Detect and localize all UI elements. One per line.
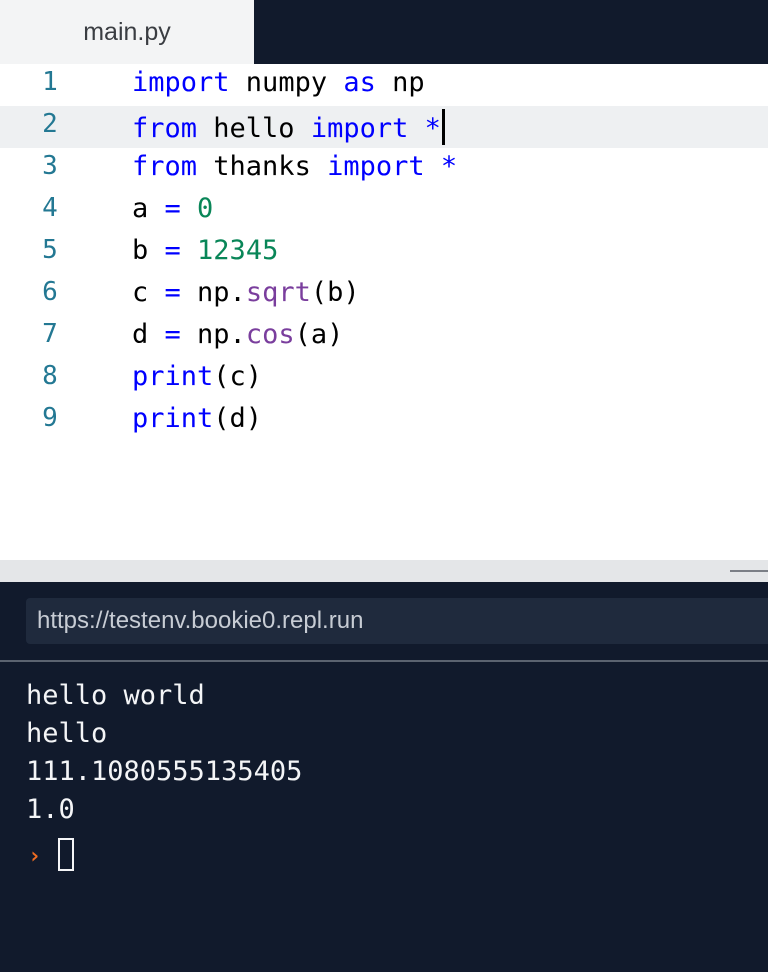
code-token: * bbox=[440, 151, 458, 182]
line-number: 2 bbox=[42, 109, 58, 139]
code-line[interactable]: 5 b = 12345 bbox=[0, 232, 768, 274]
code-token: * bbox=[424, 113, 441, 144]
code-token: = bbox=[164, 319, 181, 350]
code-line[interactable]: 2 from hello import * bbox=[0, 106, 768, 148]
code-token: (d) bbox=[213, 403, 263, 434]
code-token: import bbox=[310, 113, 409, 144]
code-token: from bbox=[132, 151, 198, 182]
code-text: from hello import * bbox=[132, 109, 445, 145]
code-line[interactable]: 8 print(c) bbox=[0, 358, 768, 400]
code-line[interactable]: 6 c = np.sqrt(b) bbox=[0, 274, 768, 316]
code-token: (a) bbox=[294, 319, 344, 350]
code-text: c = np.sqrt(b) bbox=[132, 277, 360, 308]
line-number: 3 bbox=[42, 151, 58, 181]
code-text: print(c) bbox=[132, 361, 262, 392]
console-output-line: 111.1080555135405 bbox=[26, 756, 303, 787]
code-token: d bbox=[132, 319, 165, 350]
code-token: c bbox=[132, 277, 165, 308]
code-token: from bbox=[132, 113, 198, 144]
code-token: = bbox=[164, 277, 181, 308]
code-token: 12345 bbox=[197, 235, 279, 266]
tab-bar: main.py bbox=[0, 0, 768, 64]
line-number: 1 bbox=[42, 67, 58, 97]
console-output-line: hello bbox=[26, 718, 108, 749]
code-token: sqrt bbox=[245, 277, 311, 308]
code-token: a bbox=[132, 193, 165, 224]
console-pane[interactable]: https://testenv.bookie0.repl.run hello w… bbox=[0, 582, 768, 972]
tab-main-py[interactable]: main.py bbox=[0, 0, 254, 64]
code-line[interactable]: 1 import numpy as np bbox=[0, 64, 768, 106]
tab-label: main.py bbox=[83, 17, 171, 46]
line-number: 8 bbox=[42, 361, 58, 391]
code-line[interactable]: 9 print(d) bbox=[0, 400, 768, 442]
terminal-cursor[interactable] bbox=[58, 838, 74, 871]
code-text: print(d) bbox=[132, 403, 262, 434]
line-number: 7 bbox=[42, 319, 58, 349]
code-token: np. bbox=[180, 277, 246, 308]
code-line[interactable]: 7 d = np.cos(a) bbox=[0, 316, 768, 358]
code-token: thanks bbox=[197, 151, 328, 182]
line-number: 9 bbox=[42, 403, 58, 433]
code-token: as bbox=[343, 67, 376, 98]
code-token: b bbox=[132, 235, 165, 266]
text-cursor bbox=[441, 109, 445, 145]
url-text: https://testenv.bookie0.repl.run bbox=[37, 607, 364, 634]
code-token: import bbox=[327, 151, 425, 182]
code-text: b = 12345 bbox=[132, 235, 278, 266]
code-token: numpy bbox=[229, 67, 344, 98]
line-number: 4 bbox=[42, 193, 58, 223]
code-token: np bbox=[375, 67, 425, 98]
pane-splitter[interactable] bbox=[0, 560, 768, 582]
console-output-line: 1.0 bbox=[26, 794, 75, 825]
code-token: (b) bbox=[310, 277, 360, 308]
code-text: from thanks import * bbox=[132, 151, 457, 182]
code-token: 0 bbox=[197, 193, 214, 224]
code-token: print bbox=[132, 403, 214, 434]
line-number: 5 bbox=[42, 235, 58, 265]
code-token: (c) bbox=[213, 361, 263, 392]
code-token: print bbox=[132, 361, 214, 392]
code-editor[interactable]: 1 import numpy as np 2 from hello import * 3… bbox=[0, 64, 768, 560]
code-token: cos bbox=[245, 319, 295, 350]
prompt-chevron-icon: › bbox=[28, 844, 42, 869]
code-token: = bbox=[164, 193, 181, 224]
code-token: hello bbox=[197, 113, 311, 144]
code-text: d = np.cos(a) bbox=[132, 319, 343, 350]
code-token: np. bbox=[180, 319, 246, 350]
line-number: 6 bbox=[42, 277, 58, 307]
code-token: = bbox=[164, 235, 181, 266]
url-bar[interactable]: https://testenv.bookie0.repl.run bbox=[26, 598, 768, 644]
splitter-handle[interactable] bbox=[730, 570, 768, 572]
code-line[interactable]: 3 from thanks import * bbox=[0, 148, 768, 190]
code-text: import numpy as np bbox=[132, 67, 425, 98]
console-output-line: hello world bbox=[26, 680, 205, 711]
code-text: a = 0 bbox=[132, 193, 213, 224]
console-divider bbox=[0, 660, 768, 662]
code-token: import bbox=[132, 67, 230, 98]
code-line[interactable]: 4 a = 0 bbox=[0, 190, 768, 232]
